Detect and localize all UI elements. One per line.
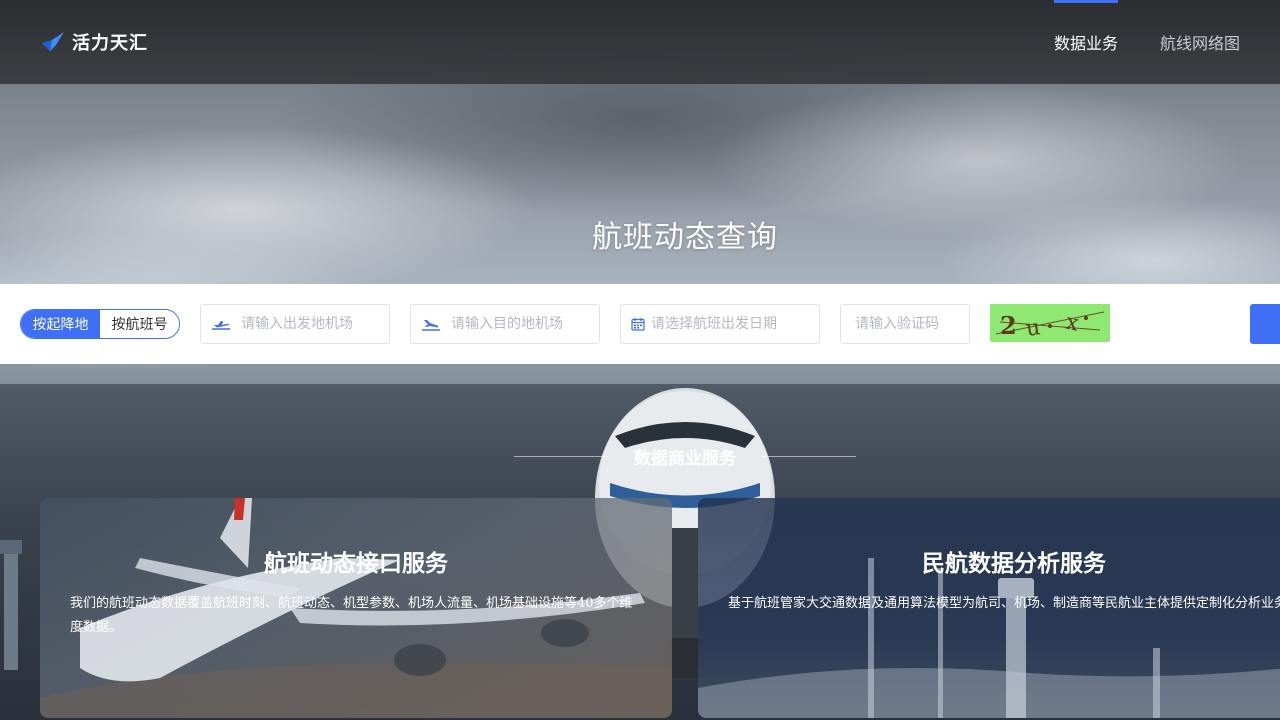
captcha-graphic: 2 u x: [990, 304, 1110, 342]
arrival-field[interactable]: [410, 304, 600, 344]
calendar-icon: [631, 318, 645, 331]
nav-data-business[interactable]: 数据业务: [1053, 0, 1118, 84]
date-input[interactable]: [651, 316, 819, 332]
service-card-flight-api[interactable]: 航班动态接口服务 我们的航班动态数据覆盖航班时刻、航班动态、机型参数、机场人流量…: [40, 498, 672, 718]
captcha-image[interactable]: 2 u x: [990, 304, 1110, 342]
card-title: 民航数据分析服务: [922, 551, 1106, 577]
service-card-data-analysis[interactable]: 民航数据分析服务 基于航班管家大交通数据及通用算法模型为航司、机场、制造商等民航…: [698, 498, 1280, 718]
mode-by-airport[interactable]: 按起降地: [21, 310, 100, 338]
search-button[interactable]: [1250, 304, 1280, 344]
date-field[interactable]: [620, 304, 820, 344]
main-nav: 数据业务 航线网络图: [1053, 0, 1240, 84]
logo-text: 活力天汇: [72, 33, 148, 54]
captcha-field[interactable]: [840, 304, 970, 344]
card-title: 航班动态接口服务: [264, 551, 448, 577]
divider-left: [514, 455, 608, 457]
control-tower-illustration: [0, 540, 22, 670]
captcha-input[interactable]: [855, 316, 969, 332]
landing-icon: [422, 320, 440, 331]
hero-title: 航班动态查询: [592, 220, 778, 255]
services-section-header: 数据商业服务: [0, 443, 1280, 469]
departure-field[interactable]: [200, 304, 390, 344]
flight-search-bar: 按起降地 按航班号 请输入出发地机场 请输入目的地机场 请选择航班出发日期 请输…: [0, 284, 1280, 364]
top-header: 活力天汇 数据业务 航线网络图: [0, 0, 1280, 84]
divider-right: [762, 455, 856, 457]
nav-route-map[interactable]: 航线网络图: [1160, 0, 1240, 84]
site-logo[interactable]: 活力天汇: [40, 30, 148, 54]
services-section-title: 数据商业服务: [634, 448, 736, 469]
card-description: 我们的航班动态数据覆盖航班时刻、航班动态、机型参数、机场人流量、机场基础设施等4…: [70, 596, 633, 635]
search-mode-toggle: 按起降地 按航班号: [20, 309, 180, 339]
svg-text:2: 2: [1000, 311, 1017, 340]
card-description: 基于航班管家大交通数据及通用算法模型为航司、机场、制造商等民航业主体提供定制化分…: [728, 596, 1280, 611]
arrival-input[interactable]: [451, 316, 599, 332]
logo-mark-icon: [42, 32, 64, 51]
takeoff-icon: [212, 321, 230, 330]
mode-by-flight-number[interactable]: 按航班号: [100, 310, 179, 338]
departure-input[interactable]: [241, 316, 389, 332]
